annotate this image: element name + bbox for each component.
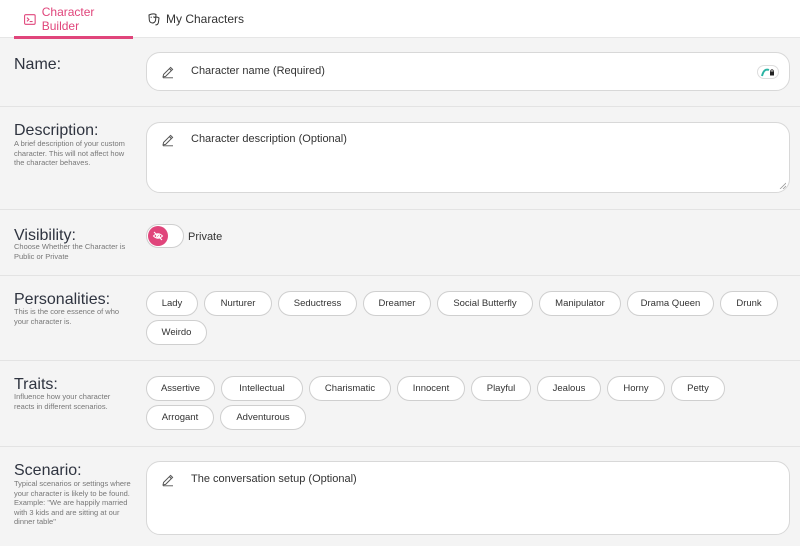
personality-chip[interactable]: Drama Queen [627,291,714,316]
personalities-help: This is the core essence of who your cha… [14,307,120,326]
description-help: A brief description of your custom chara… [14,139,125,167]
pencil-icon [162,66,174,79]
resize-handle-icon[interactable] [779,182,786,189]
theater-masks-icon [148,12,160,25]
visibility-toggle[interactable] [146,224,184,248]
personality-chip[interactable]: Seductress [278,291,357,316]
name-field[interactable]: Character name (Required) [146,52,790,91]
description-field[interactable]: Character description (Optional) [146,122,790,193]
trait-chip[interactable]: Charismatic [309,376,391,401]
terminal-icon [24,13,36,25]
scenario-title: Scenario: [14,462,82,479]
trait-chip[interactable]: Intellectual [221,376,303,401]
scenario-field[interactable]: The conversation setup (Optional) [146,461,790,535]
tab-bar: Character Builder My Characters [0,0,800,39]
traits-section: Traits: Influence how your character rea… [0,361,800,447]
personalities-section: Personalities: This is the core essence … [0,276,800,361]
personality-chip[interactable]: Drunk [720,291,778,316]
scenario-input[interactable]: The conversation setup (Optional) [191,473,357,485]
personality-chip[interactable]: Lady [146,291,198,316]
trait-chip[interactable]: Adventurous [220,405,306,430]
pencil-icon [162,134,174,147]
description-section: Description: A brief description of your… [0,107,800,210]
name-title: Name: [14,56,62,73]
description-title: Description: [14,122,99,139]
trait-chip[interactable]: Arrogant [146,405,214,430]
personality-chip[interactable]: Manipulator [539,291,621,316]
trait-chip[interactable]: Innocent [397,376,465,401]
trait-chips: Assertive Intellectual Charismatic Innoc… [146,376,796,432]
personality-chips: Lady Nurturer Seductress Dreamer Social … [146,291,796,347]
trait-chip[interactable]: Assertive [146,376,215,401]
name-section: Name: Character name (Required) [0,39,800,107]
eye-off-icon [152,231,164,241]
name-input[interactable]: Character name (Required) [191,65,325,77]
scenario-help: Typical scenarios or settings where your… [14,479,131,526]
personality-chip[interactable]: Nurturer [204,291,272,316]
writing-assistant-icon[interactable] [757,65,779,79]
personality-chip[interactable]: Social Butterfly [437,291,533,316]
description-input[interactable]: Character description (Optional) [191,133,347,145]
scenario-section: Scenario: Typical scenarios or settings … [0,447,800,546]
trait-chip[interactable]: Petty [671,376,725,401]
trait-chip[interactable]: Playful [471,376,531,401]
personality-chip[interactable]: Weirdo [146,320,207,345]
tab-character-builder[interactable]: Character Builder [14,0,133,39]
pencil-icon [162,474,174,487]
trait-chip[interactable]: Jealous [537,376,601,401]
visibility-help: Choose Whether the Character is Public o… [14,242,126,261]
personality-chip[interactable]: Dreamer [363,291,431,316]
visibility-section: Visibility: Choose Whether the Character… [0,210,800,276]
trait-chip[interactable]: Horny [607,376,665,401]
traits-help: Influence how your character reacts in d… [14,392,111,411]
tab-label: Character Builder [41,5,95,33]
toggle-knob [148,226,168,246]
tab-my-characters[interactable]: My Characters [140,0,254,38]
tab-label: My Characters [166,12,245,26]
visibility-value: Private [188,231,223,243]
